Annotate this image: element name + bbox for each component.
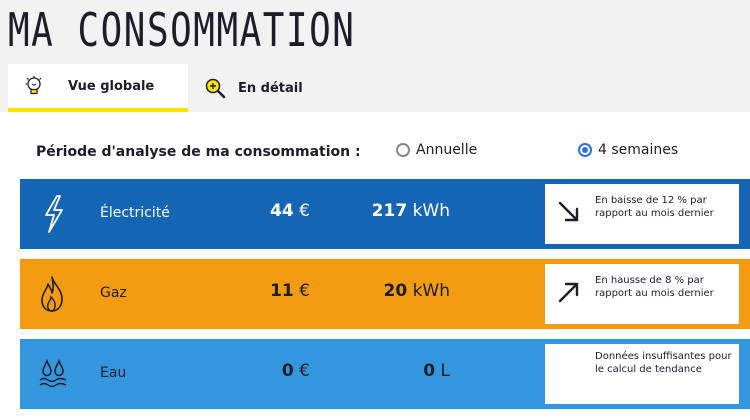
quantity-value: 217 kWh xyxy=(371,201,450,221)
trend-card: En baisse de 12 % par rapport au mois de… xyxy=(545,184,739,244)
radio-4-semaines[interactable]: 4 semaines xyxy=(578,142,678,158)
radio-label: Annuelle xyxy=(416,142,478,158)
quantity-value: 0 L xyxy=(423,361,450,381)
energy-label: Électricité xyxy=(100,205,170,221)
cost-value: 0 € xyxy=(281,361,310,381)
trend-card: En hausse de 8 % par rapport au mois der… xyxy=(545,264,739,324)
overview-panel: Période d'analyse de ma consommation : A… xyxy=(0,112,750,420)
arrow-up-right-icon xyxy=(557,280,581,304)
flame-icon xyxy=(38,273,68,315)
consumption-row-gaz: Gaz 11 € 20 kWh En hausse de 8 % par rap… xyxy=(20,259,750,329)
magnifier-icon xyxy=(204,77,226,99)
trend-text: En hausse de 8 % par rapport au mois der… xyxy=(595,275,714,299)
tab-label: En détail xyxy=(238,80,303,96)
period-label: Période d'analyse de ma consommation : xyxy=(36,144,361,160)
page-title: MA CONSOMMATION xyxy=(8,3,356,57)
cost-value: 11 € xyxy=(270,281,310,301)
water-drops-icon xyxy=(38,353,68,395)
radio-button[interactable] xyxy=(396,143,410,157)
tab-vue-globale[interactable]: Vue globale xyxy=(8,64,188,112)
radio-label: 4 semaines xyxy=(598,142,679,158)
radio-annuelle[interactable]: Annuelle xyxy=(396,142,477,158)
cost-value: 44 € xyxy=(270,201,310,221)
trend-card: Données insuffisantes pour le calcul de … xyxy=(545,344,739,404)
radio-button[interactable] xyxy=(578,143,592,157)
lightbulb-icon xyxy=(24,75,46,97)
consumption-row-eau: Eau 0 € 0 L Données insuffisantes pour l… xyxy=(20,339,750,409)
energy-label: Eau xyxy=(100,365,127,381)
trend-text: En baisse de 12 % par rapport au mois de… xyxy=(595,195,714,219)
quantity-value: 20 kWh xyxy=(383,281,450,301)
trend-text: Données insuffisantes pour le calcul de … xyxy=(595,351,732,375)
tab-label: Vue globale xyxy=(68,78,155,94)
tab-bar: Vue globale En détail xyxy=(8,64,338,112)
lightning-icon xyxy=(38,193,68,235)
arrow-down-right-icon xyxy=(557,200,581,224)
tab-en-detail[interactable]: En détail xyxy=(188,64,338,112)
energy-label: Gaz xyxy=(100,285,127,301)
consumption-row-electricite: Électricité 44 € 217 kWh En baisse de 12… xyxy=(20,179,750,249)
